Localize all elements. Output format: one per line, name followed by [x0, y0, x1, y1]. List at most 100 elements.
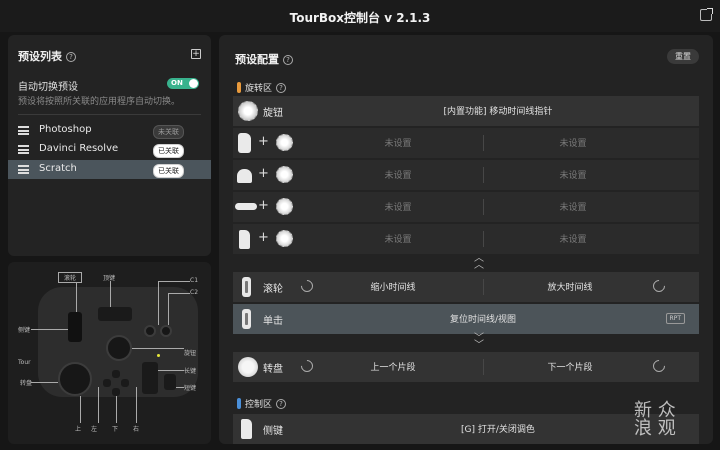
scroll-row[interactable]: 滚轮 缩小时间线 放大时间线: [233, 272, 699, 302]
short-key-icon: [239, 230, 250, 249]
scroll-click-icon: [242, 309, 251, 329]
expand-up-icon[interactable]: ︿ ︿: [473, 254, 485, 271]
label-rotary: 旋钮: [184, 350, 197, 357]
knob-icon: [238, 101, 258, 121]
section-rotary: 旋转区?: [237, 81, 287, 94]
combo-row-side[interactable]: + 未设置 未设置: [233, 128, 699, 158]
tall-key-icon: [235, 203, 257, 210]
preset-config-title: 预设配置?: [235, 51, 293, 67]
leader-line: [158, 370, 184, 371]
device-short-key[interactable]: [164, 374, 176, 390]
knob-icon: [276, 134, 293, 151]
menu-icon: [18, 165, 29, 174]
leader-line: [31, 382, 58, 383]
auto-switch-label: 自动切换预设: [18, 82, 78, 93]
plus-icon: +: [258, 134, 269, 149]
leader-line: [158, 281, 190, 282]
side-key-icon: [241, 419, 252, 439]
scroll-wheel-icon: [242, 277, 251, 297]
auto-switch-desc: 预设将按照所关联的应用程序自动切换。: [18, 97, 181, 107]
combo-row-tall[interactable]: + 未设置 未设置: [233, 192, 699, 222]
section-marker: [237, 82, 241, 93]
divider: [483, 231, 484, 247]
reset-button[interactable]: 重置: [667, 49, 699, 64]
add-preset-icon[interactable]: +: [191, 49, 201, 59]
plus-icon: +: [258, 166, 269, 181]
window-title: TourBox控制台 v 2.1.3: [289, 11, 431, 25]
label-side: 侧键: [18, 327, 31, 334]
repeat-badge[interactable]: RPT: [665, 313, 685, 324]
plus-icon: +: [258, 230, 269, 245]
knob-icon: [276, 198, 293, 215]
help-icon[interactable]: ?: [276, 399, 287, 409]
help-icon[interactable]: ?: [66, 52, 76, 62]
device-scroll-wheel[interactable]: [68, 312, 82, 342]
preset-item-photoshop[interactable]: Photoshop 未关联: [8, 121, 211, 140]
help-icon[interactable]: ?: [283, 55, 293, 65]
rotate-cw-icon: [650, 277, 668, 295]
knob-icon: [276, 166, 293, 183]
indicator-light: [157, 354, 160, 357]
toggle-knob: [189, 79, 198, 88]
section-control: 控制区?: [237, 397, 287, 410]
label-c1: C1: [190, 277, 199, 284]
divider: [483, 199, 484, 215]
collapse-down-icon[interactable]: ﹀ ﹀: [473, 334, 485, 351]
preset-list-panel: 预设列表? + 自动切换预设 ON 预设将按照所关联的应用程序自动切换。 Pho…: [8, 35, 211, 256]
label-c2: C2: [190, 289, 199, 296]
status-badge: 已关联: [153, 164, 184, 178]
plus-icon: +: [258, 198, 269, 213]
help-icon[interactable]: ?: [276, 83, 287, 93]
device-c2-button[interactable]: [160, 325, 172, 337]
label-top-key: 顶键: [103, 275, 116, 282]
device-diagram-panel: 滚轮 顶键 C1 C2 侧键 Tour 旋钮 转盘 长键 短键 上 左 下 右: [8, 262, 211, 444]
section-marker: [237, 398, 241, 409]
leader-line: [116, 396, 117, 423]
knob-row[interactable]: 旋钮 [内置功能] 移动时间线指针: [233, 96, 699, 126]
knob-icon: [276, 230, 293, 247]
label-short-key: 短键: [184, 385, 197, 392]
preset-item-davinci[interactable]: Davinci Resolve 已关联: [8, 140, 211, 159]
device-c1-button[interactable]: [144, 325, 156, 337]
leader-line: [158, 281, 159, 325]
preset-item-scratch[interactable]: Scratch 已关联: [8, 160, 211, 179]
preset-config-panel: 预设配置? 重置 旋转区? 旋钮 [内置功能] 移动时间线指针 + 未设置 未设…: [219, 35, 713, 444]
label-down: 下: [112, 426, 119, 433]
leader-line: [31, 329, 68, 330]
label-long-key: 长键: [184, 368, 197, 375]
label-scroll: 滚轮: [58, 272, 83, 283]
divider: [483, 167, 484, 183]
preset-list-title: 预设列表?: [18, 48, 76, 64]
menu-icon: [18, 126, 29, 135]
leader-line: [132, 348, 184, 349]
combo-row-short[interactable]: + 未设置 未设置: [233, 224, 699, 254]
device-rotary-knob[interactable]: [106, 335, 132, 361]
status-badge: 未关联: [153, 125, 184, 139]
label-right: 右: [133, 426, 140, 433]
dial-row[interactable]: 转盘 上一个片段 下一个片段: [233, 352, 699, 382]
rotate-ccw-icon: [298, 277, 316, 295]
combo-row-top[interactable]: + 未设置 未设置: [233, 160, 699, 190]
divider: [483, 135, 484, 151]
device-dpad-up[interactable]: [112, 370, 120, 378]
leader-line: [168, 293, 169, 325]
side-key-row[interactable]: 侧键 [G] 打开/关闭调色: [233, 414, 699, 444]
popout-icon[interactable]: [700, 8, 713, 21]
auto-switch-toggle[interactable]: ON: [167, 78, 199, 89]
click-row[interactable]: 单击 复位时间线/视图 RPT: [233, 304, 699, 334]
status-badge: 已关联: [153, 144, 184, 158]
device-top-key[interactable]: [98, 307, 132, 321]
device-long-key[interactable]: [142, 362, 158, 394]
side-key-icon: [238, 133, 251, 153]
leader-line: [136, 387, 137, 423]
device-dpad-down[interactable]: [112, 388, 120, 396]
device-dpad-left[interactable]: [103, 379, 111, 387]
device-dpad-right[interactable]: [121, 379, 129, 387]
label-left: 左: [91, 426, 98, 433]
leader-line: [176, 387, 184, 388]
leader-line: [76, 282, 77, 312]
rotate-ccw-icon: [298, 357, 316, 375]
device-dial[interactable]: [58, 362, 92, 396]
menu-icon: [18, 145, 29, 154]
title-bar: TourBox控制台 v 2.1.3: [0, 0, 720, 32]
